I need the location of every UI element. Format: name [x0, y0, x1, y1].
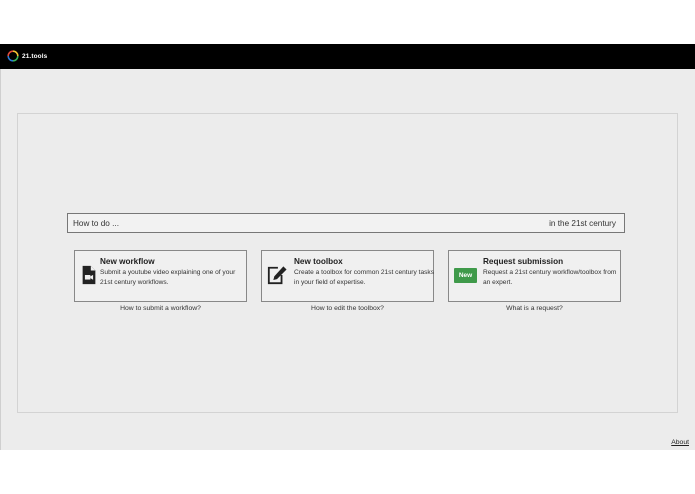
request-help-link[interactable]: What is a request?	[448, 305, 621, 312]
card-title: New workflow	[100, 257, 155, 266]
search-prefix: How to do ...	[73, 218, 119, 228]
request-submission-card[interactable]: New Request submission Request a 21st ce…	[448, 250, 621, 302]
logo[interactable]: 21.tools	[7, 50, 47, 62]
card-description: Create a toolbox for common 21st century…	[294, 269, 434, 286]
search-suffix: in the 21st century	[549, 218, 616, 228]
edit-icon	[267, 266, 287, 285]
video-file-icon	[82, 265, 96, 285]
card-description: Submit a youtube video explaining one of…	[100, 269, 236, 286]
new-workflow-card[interactable]: New workflow Submit a youtube video expl…	[74, 250, 247, 302]
search-bar[interactable]: How to do ... in the 21st century	[67, 213, 625, 233]
edit-toolbox-help-link[interactable]: How to edit the toolbox?	[261, 305, 434, 312]
top-bar: 21.tools	[0, 44, 695, 69]
logo-ring-icon	[7, 50, 19, 62]
brand-name: 21.tools	[22, 52, 48, 60]
card-title: Request submission	[483, 257, 564, 266]
new-badge: New	[454, 268, 477, 283]
card-description: Request a 21st century workflow/toolbox …	[483, 269, 617, 286]
card-title: New toolbox	[294, 257, 343, 266]
new-toolbox-card[interactable]: New toolbox Create a toolbox for common …	[261, 250, 434, 302]
submit-workflow-help-link[interactable]: How to submit a workflow?	[74, 305, 247, 312]
about-link[interactable]: About	[671, 439, 689, 446]
